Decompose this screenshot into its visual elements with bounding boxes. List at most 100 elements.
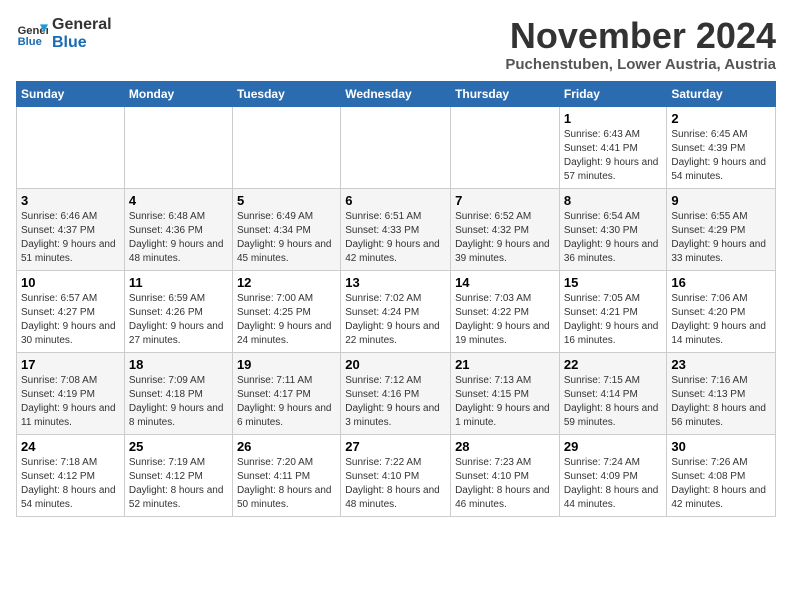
weekday-friday: Friday bbox=[559, 81, 667, 106]
location: Puchenstuben, Lower Austria, Austria bbox=[505, 56, 776, 73]
calendar-cell: 28 Sunrise: 7:23 AMSunset: 4:10 PMDayligh… bbox=[451, 434, 560, 516]
day-number: 23 bbox=[671, 357, 771, 372]
day-number: 6 bbox=[345, 193, 446, 208]
calendar-cell: 17 Sunrise: 7:08 AMSunset: 4:19 PMDayligh… bbox=[17, 352, 125, 434]
day-info: Sunrise: 7:18 AMSunset: 4:12 PMDaylight:… bbox=[21, 456, 120, 512]
day-info: Sunrise: 7:12 AMSunset: 4:16 PMDaylight:… bbox=[345, 374, 446, 430]
svg-text:Blue: Blue bbox=[18, 36, 42, 48]
calendar-cell: 9Sunrise: 6:55 AMSunset: 4:29 PMDaylight… bbox=[667, 188, 776, 270]
month-title: November 2024 bbox=[505, 16, 776, 56]
calendar-week-2: 3 Sunrise: 6:46 AMSunset: 4:37 PMDaylight… bbox=[17, 188, 776, 270]
day-info: Sunrise: 6:59 AMSunset: 4:26 PMDaylight:… bbox=[129, 292, 228, 348]
calendar-cell bbox=[341, 106, 451, 188]
day-number: 10 bbox=[21, 275, 120, 290]
title-block: November 2024 Puchenstuben, Lower Austri… bbox=[505, 16, 776, 73]
day-number: 8 bbox=[564, 193, 663, 208]
day-info: Sunrise: 7:13 AMSunset: 4:15 PMDaylight:… bbox=[455, 374, 555, 430]
day-info: Sunrise: 6:46 AMSunset: 4:37 PMDaylight:… bbox=[21, 210, 120, 266]
weekday-saturday: Saturday bbox=[667, 81, 776, 106]
day-number: 29 bbox=[564, 439, 663, 454]
day-number: 18 bbox=[129, 357, 228, 372]
calendar-cell: 8 Sunrise: 6:54 AMSunset: 4:30 PMDaylight… bbox=[559, 188, 667, 270]
day-number: 21 bbox=[455, 357, 555, 372]
calendar-cell: 20Sunrise: 7:12 AMSunset: 4:16 PMDayligh… bbox=[341, 352, 451, 434]
day-number: 19 bbox=[237, 357, 336, 372]
calendar-week-4: 17 Sunrise: 7:08 AMSunset: 4:19 PMDayligh… bbox=[17, 352, 776, 434]
calendar-cell: 23 Sunrise: 7:16 AMSunset: 4:13 PMDayligh… bbox=[667, 352, 776, 434]
day-number: 16 bbox=[671, 275, 771, 290]
weekday-wednesday: Wednesday bbox=[341, 81, 451, 106]
day-number: 13 bbox=[345, 275, 446, 290]
day-info: Sunrise: 6:57 AMSunset: 4:27 PMDaylight:… bbox=[21, 292, 120, 348]
calendar-cell bbox=[17, 106, 125, 188]
calendar-cell: 29 Sunrise: 7:24 AMSunset: 4:09 PMDayligh… bbox=[559, 434, 667, 516]
day-info: Sunrise: 6:51 AMSunset: 4:33 PMDaylight:… bbox=[345, 210, 446, 266]
calendar-cell: 22Sunrise: 7:15 AMSunset: 4:14 PMDayligh… bbox=[559, 352, 667, 434]
day-info: Sunrise: 7:08 AMSunset: 4:19 PMDaylight:… bbox=[21, 374, 120, 430]
day-info: Sunrise: 6:54 AMSunset: 4:30 PMDaylight:… bbox=[564, 210, 663, 266]
day-info: Sunrise: 7:22 AMSunset: 4:10 PMDaylight:… bbox=[345, 456, 446, 512]
day-number: 2 bbox=[671, 111, 771, 126]
day-info: Sunrise: 7:19 AMSunset: 4:12 PMDaylight:… bbox=[129, 456, 228, 512]
calendar-cell bbox=[451, 106, 560, 188]
calendar-cell: 30 Sunrise: 7:26 AMSunset: 4:08 PMDayligh… bbox=[667, 434, 776, 516]
calendar-week-5: 24 Sunrise: 7:18 AMSunset: 4:12 PMDayligh… bbox=[17, 434, 776, 516]
logo-blue: Blue bbox=[52, 34, 112, 52]
day-info: Sunrise: 6:55 AMSunset: 4:29 PMDaylight:… bbox=[671, 210, 771, 266]
day-info: Sunrise: 6:52 AMSunset: 4:32 PMDaylight:… bbox=[455, 210, 555, 266]
day-info: Sunrise: 7:09 AMSunset: 4:18 PMDaylight:… bbox=[129, 374, 228, 430]
calendar-cell: 2 Sunrise: 6:45 AMSunset: 4:39 PMDaylight… bbox=[667, 106, 776, 188]
day-info: Sunrise: 7:23 AMSunset: 4:10 PMDaylight:… bbox=[455, 456, 555, 512]
day-number: 11 bbox=[129, 275, 228, 290]
day-number: 7 bbox=[455, 193, 555, 208]
calendar-cell: 4Sunrise: 6:48 AMSunset: 4:36 PMDaylight… bbox=[124, 188, 232, 270]
day-number: 5 bbox=[237, 193, 336, 208]
day-number: 14 bbox=[455, 275, 555, 290]
day-number: 24 bbox=[21, 439, 120, 454]
day-number: 30 bbox=[671, 439, 771, 454]
day-number: 17 bbox=[21, 357, 120, 372]
day-number: 26 bbox=[237, 439, 336, 454]
day-info: Sunrise: 7:06 AMSunset: 4:20 PMDaylight:… bbox=[671, 292, 771, 348]
day-info: Sunrise: 6:49 AMSunset: 4:34 PMDaylight:… bbox=[237, 210, 336, 266]
day-number: 12 bbox=[237, 275, 336, 290]
calendar-cell: 15Sunrise: 7:05 AMSunset: 4:21 PMDayligh… bbox=[559, 270, 667, 352]
calendar-cell: 7 Sunrise: 6:52 AMSunset: 4:32 PMDaylight… bbox=[451, 188, 560, 270]
calendar-cell: 5 Sunrise: 6:49 AMSunset: 4:34 PMDaylight… bbox=[232, 188, 340, 270]
day-info: Sunrise: 7:26 AMSunset: 4:08 PMDaylight:… bbox=[671, 456, 771, 512]
logo: General Blue General Blue bbox=[16, 16, 112, 51]
calendar-header: SundayMondayTuesdayWednesdayThursdayFrid… bbox=[17, 81, 776, 106]
calendar-cell: 14 Sunrise: 7:03 AMSunset: 4:22 PMDayligh… bbox=[451, 270, 560, 352]
calendar-cell: 21 Sunrise: 7:13 AMSunset: 4:15 PMDayligh… bbox=[451, 352, 560, 434]
calendar-cell: 24 Sunrise: 7:18 AMSunset: 4:12 PMDayligh… bbox=[17, 434, 125, 516]
day-info: Sunrise: 7:02 AMSunset: 4:24 PMDaylight:… bbox=[345, 292, 446, 348]
day-info: Sunrise: 7:16 AMSunset: 4:13 PMDaylight:… bbox=[671, 374, 771, 430]
calendar-cell: 27 Sunrise: 7:22 AMSunset: 4:10 PMDayligh… bbox=[341, 434, 451, 516]
day-info: Sunrise: 7:03 AMSunset: 4:22 PMDaylight:… bbox=[455, 292, 555, 348]
calendar-cell bbox=[124, 106, 232, 188]
calendar-cell: 1Sunrise: 6:43 AMSunset: 4:41 PMDaylight… bbox=[559, 106, 667, 188]
weekday-thursday: Thursday bbox=[451, 81, 560, 106]
day-number: 4 bbox=[129, 193, 228, 208]
day-info: Sunrise: 7:20 AMSunset: 4:11 PMDaylight:… bbox=[237, 456, 336, 512]
day-number: 22 bbox=[564, 357, 663, 372]
calendar-cell: 25Sunrise: 7:19 AMSunset: 4:12 PMDayligh… bbox=[124, 434, 232, 516]
day-info: Sunrise: 7:24 AMSunset: 4:09 PMDaylight:… bbox=[564, 456, 663, 512]
day-number: 3 bbox=[21, 193, 120, 208]
day-number: 15 bbox=[564, 275, 663, 290]
day-number: 27 bbox=[345, 439, 446, 454]
day-info: Sunrise: 6:45 AMSunset: 4:39 PMDaylight:… bbox=[671, 128, 771, 184]
calendar-table: SundayMondayTuesdayWednesdayThursdayFrid… bbox=[16, 81, 776, 517]
logo-general: General bbox=[52, 16, 112, 34]
day-info: Sunrise: 7:11 AMSunset: 4:17 PMDaylight:… bbox=[237, 374, 336, 430]
calendar-cell: 3 Sunrise: 6:46 AMSunset: 4:37 PMDaylight… bbox=[17, 188, 125, 270]
calendar-cell: 19 Sunrise: 7:11 AMSunset: 4:17 PMDayligh… bbox=[232, 352, 340, 434]
logo-icon: General Blue bbox=[16, 18, 48, 50]
day-number: 28 bbox=[455, 439, 555, 454]
calendar-cell: 10 Sunrise: 6:57 AMSunset: 4:27 PMDayligh… bbox=[17, 270, 125, 352]
day-number: 1 bbox=[564, 111, 663, 126]
calendar-cell: 13 Sunrise: 7:02 AMSunset: 4:24 PMDayligh… bbox=[341, 270, 451, 352]
page-header: General Blue General Blue November 2024 … bbox=[16, 16, 776, 73]
calendar-week-3: 10 Sunrise: 6:57 AMSunset: 4:27 PMDayligh… bbox=[17, 270, 776, 352]
calendar-cell: 18 Sunrise: 7:09 AMSunset: 4:18 PMDayligh… bbox=[124, 352, 232, 434]
